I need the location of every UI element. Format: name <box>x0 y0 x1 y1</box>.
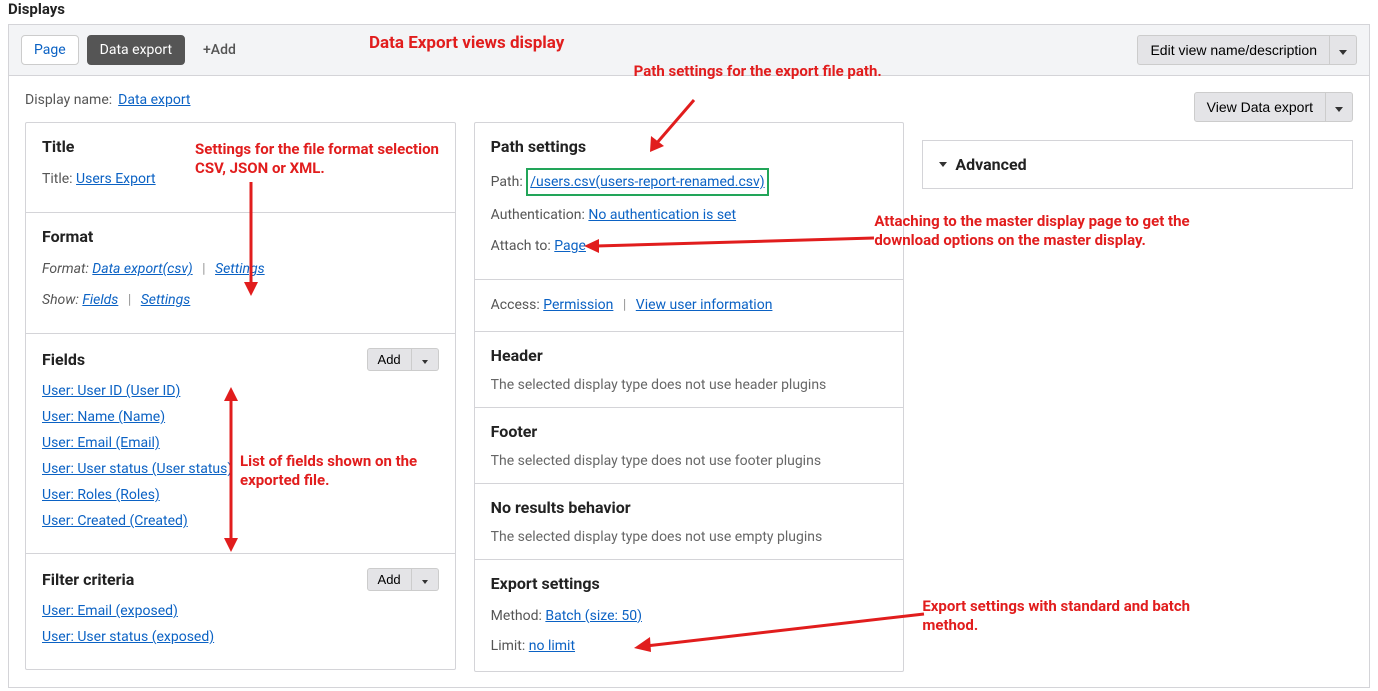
tab-data-export[interactable]: Data export <box>87 35 185 65</box>
add-filter-button[interactable]: Add <box>367 568 412 591</box>
annotation-export: Export settings with standard and batch … <box>922 597 1222 635</box>
add-display-button[interactable]: +Add <box>193 36 246 64</box>
add-field-dropdown[interactable] <box>412 348 439 371</box>
path-label: Path: <box>491 174 523 190</box>
limit-value-link[interactable]: no limit <box>529 638 575 654</box>
chevron-down-icon <box>422 580 428 584</box>
format-settings-link[interactable]: Settings <box>215 261 265 277</box>
method-label: Method: <box>491 608 542 624</box>
display-body: Display name: Data export View Data expo… <box>8 76 1370 688</box>
tab-page[interactable]: Page <box>21 35 79 65</box>
field-link[interactable]: User: Name (Name) <box>42 409 165 425</box>
displays-section-title: Displays <box>0 0 1378 24</box>
advanced-panel[interactable]: Advanced <box>922 140 1353 189</box>
display-name-link[interactable]: Data export <box>118 92 190 108</box>
path-value-link[interactable]: /users.csv(users-report-renamed.csv) <box>530 174 764 190</box>
format-value-link[interactable]: Data export(csv) <box>92 261 192 277</box>
limit-label: Limit: <box>491 638 526 654</box>
display-name-label: Display name: <box>25 92 112 108</box>
header-text: The selected display type does not use h… <box>491 377 888 393</box>
filter-link[interactable]: User: Email (exposed) <box>42 603 178 619</box>
add-filter-dropdown[interactable] <box>412 568 439 591</box>
access-label: Access: <box>491 297 540 313</box>
path-settings-panel: Path settings Path: /users.csv(users-rep… <box>474 122 905 672</box>
attach-label: Attach to: <box>491 238 551 254</box>
attach-value-link[interactable]: Page <box>554 238 586 254</box>
field-link[interactable]: User: Roles (Roles) <box>42 487 160 503</box>
add-field-button[interactable]: Add <box>367 348 412 371</box>
chevron-down-icon <box>422 360 428 364</box>
export-settings-heading: Export settings <box>491 574 888 593</box>
show-label: Show: <box>42 292 79 308</box>
chevron-down-icon <box>1335 107 1343 112</box>
annotation-top: Data Export views display <box>369 33 564 54</box>
show-value-link[interactable]: Fields <box>82 292 118 308</box>
noresults-text: The selected display type does not use e… <box>491 529 888 545</box>
method-value-link[interactable]: Batch (size: 50) <box>545 608 642 624</box>
field-link[interactable]: User: Email (Email) <box>42 435 160 451</box>
show-settings-link[interactable]: Settings <box>141 292 191 308</box>
format-heading: Format <box>42 227 439 246</box>
access-value-link[interactable]: Permission <box>543 297 613 313</box>
title-panel: Title Title: Users Export Format Format:… <box>25 122 456 670</box>
filter-heading: Filter criteria <box>42 570 134 589</box>
format-label: Format: <box>42 261 89 277</box>
field-link[interactable]: User: User ID (User ID) <box>42 383 180 399</box>
path-highlight-box: /users.csv(users-report-renamed.csv) <box>526 168 768 196</box>
field-link[interactable]: User: Created (Created) <box>42 513 188 529</box>
access-detail-link[interactable]: View user information <box>636 297 773 313</box>
footer-text: The selected display type does not use f… <box>491 453 888 469</box>
view-data-export-dropdown[interactable] <box>1326 92 1353 122</box>
edit-view-name-button[interactable]: Edit view name/description <box>1137 35 1330 65</box>
edit-view-name-dropdown[interactable] <box>1330 35 1357 65</box>
view-data-export-button[interactable]: View Data export <box>1194 92 1326 122</box>
fields-heading: Fields <box>42 350 85 369</box>
noresults-heading: No results behavior <box>491 498 888 517</box>
title-heading: Title <box>42 137 439 156</box>
path-settings-heading: Path settings <box>491 137 888 156</box>
chevron-down-icon <box>1339 50 1347 55</box>
title-label: Title: <box>42 171 73 187</box>
chevron-down-icon <box>939 162 947 167</box>
field-link[interactable]: User: User status (User status) <box>42 461 232 477</box>
advanced-heading: Advanced <box>955 155 1026 174</box>
title-value-link[interactable]: Users Export <box>76 171 156 187</box>
header-heading: Header <box>491 346 888 365</box>
footer-heading: Footer <box>491 422 888 441</box>
displays-toolbar: Page Data export +Add Edit view name/des… <box>8 24 1370 76</box>
filter-link[interactable]: User: User status (exposed) <box>42 629 214 645</box>
auth-value-link[interactable]: No authentication is set <box>588 207 736 223</box>
annotation-attach: Attaching to the master display page to … <box>874 212 1244 250</box>
auth-label: Authentication: <box>491 207 585 223</box>
